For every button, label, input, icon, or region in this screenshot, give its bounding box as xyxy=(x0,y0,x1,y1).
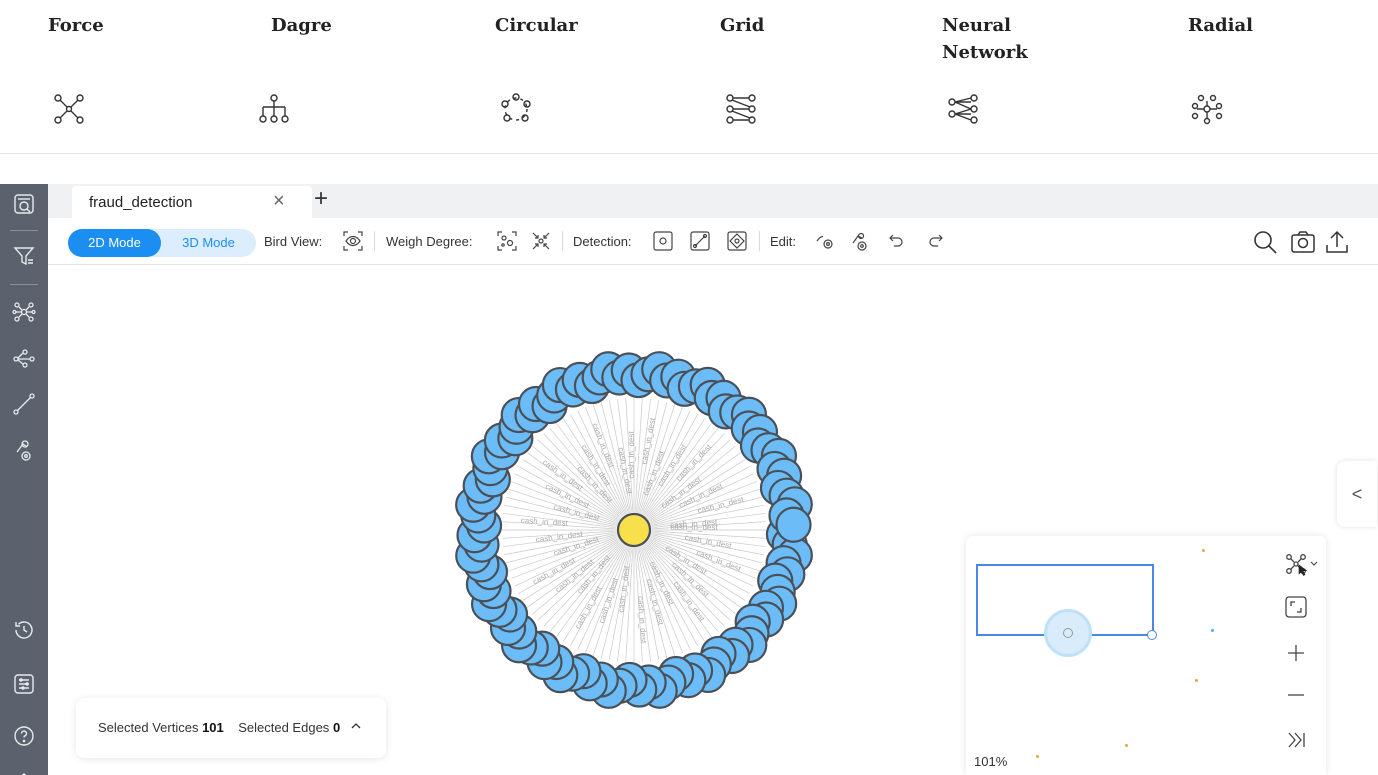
layout-label: Neural Network xyxy=(942,15,1028,63)
selected-edges-label: Selected Edges xyxy=(238,720,330,735)
layout-option-force[interactable]: Force xyxy=(48,12,248,142)
path-icon[interactable] xyxy=(8,388,40,420)
detect-edge-icon[interactable] xyxy=(689,230,711,252)
fit-view-icon[interactable] xyxy=(1282,593,1310,621)
history-icon[interactable] xyxy=(8,614,40,646)
layout-label: Circular xyxy=(495,15,578,36)
tab-bar: fraud_detection × + xyxy=(48,184,1378,218)
detect-subgraph-icon[interactable] xyxy=(726,230,748,252)
screenshot-icon[interactable] xyxy=(1290,229,1316,255)
dagre-layout-icon xyxy=(257,92,291,126)
circular-layout-icon xyxy=(499,92,533,126)
minimap-dot xyxy=(1036,755,1039,758)
graph-canvas[interactable]: cash_in_dest cash_in_dest cash_in_dest cash… xyxy=(48,266,1378,775)
collapse-icon[interactable] xyxy=(1282,726,1310,754)
layout-option-neural-network[interactable]: Neural Network xyxy=(942,12,1142,142)
force-layout-icon xyxy=(52,92,86,126)
zoom-level: 101% xyxy=(974,754,1008,769)
degree-focus-icon[interactable] xyxy=(496,230,518,252)
divider xyxy=(562,231,563,251)
divider xyxy=(759,231,760,251)
minimap[interactable]: 101% xyxy=(966,536,1326,775)
query-icon[interactable] xyxy=(8,188,40,220)
layout-option-dagre[interactable]: Dagre xyxy=(259,12,471,142)
detection-label: Detection: xyxy=(573,234,632,249)
graph-vertex[interactable] xyxy=(775,506,812,543)
minimap-dot xyxy=(1125,744,1128,747)
selection-summary: Selected Vertices 101 Selected Edges 0 xyxy=(76,698,386,758)
degree-collapse-icon[interactable] xyxy=(530,230,552,252)
layout-label: Radial xyxy=(1188,15,1253,36)
minimap-dot xyxy=(1211,629,1214,632)
graph-visualization[interactable]: cash_in_destcash_in_destcash_in_destcash… xyxy=(448,346,828,716)
layout-option-radial[interactable]: Radial xyxy=(1188,12,1378,142)
selected-vertices-label: Selected Vertices xyxy=(98,720,199,735)
center-vertex[interactable] xyxy=(616,512,652,548)
mode-switch: 2D Mode 3D Mode xyxy=(68,229,256,257)
redo-icon[interactable] xyxy=(924,230,946,252)
selected-vertices-count: 101 xyxy=(202,720,224,735)
graph-algorithm-icon[interactable] xyxy=(8,296,40,328)
weigh-degree-label: Weigh Degree: xyxy=(386,234,473,249)
neighbors-icon[interactable] xyxy=(8,342,40,374)
hide-node-icon[interactable] xyxy=(814,230,836,252)
edge-label: cash_in_dest xyxy=(627,431,636,479)
tab-title: fraud_detection xyxy=(89,194,193,211)
mode-3d-button[interactable]: 3D Mode xyxy=(161,229,256,257)
minimap-dot xyxy=(1202,549,1205,552)
filter-icon[interactable] xyxy=(8,240,40,272)
edit-label: Edit: xyxy=(770,234,797,249)
layout-option-grid[interactable]: Grid xyxy=(720,12,920,142)
zoom-out-icon[interactable] xyxy=(1282,681,1310,709)
chevron-up-icon[interactable] xyxy=(350,720,362,735)
export-icon[interactable] xyxy=(1324,229,1350,255)
help-icon[interactable] xyxy=(8,720,40,752)
bird-view-icon[interactable] xyxy=(342,230,364,252)
grid-layout-icon xyxy=(724,92,758,126)
undo-icon[interactable] xyxy=(886,230,908,252)
settings-list-icon[interactable] xyxy=(8,668,40,700)
tab-close-icon[interactable]: × xyxy=(273,190,285,212)
layout-label: Dagre xyxy=(271,15,332,36)
hidden-nodes-icon[interactable] xyxy=(8,434,40,466)
minimap-viewport[interactable] xyxy=(976,564,1154,657)
selected-edges-count: 0 xyxy=(332,720,341,735)
detect-node-icon[interactable] xyxy=(652,230,674,252)
left-sidebar xyxy=(0,184,48,775)
selection-text: Selected Vertices 101 Selected Edges 0 xyxy=(98,720,362,735)
layout-picker: Force Dagre Circular Grid Neural Network… xyxy=(0,0,1378,154)
divider xyxy=(10,230,38,231)
bird-view-label: Bird View: xyxy=(264,234,323,249)
zoom-in-icon[interactable] xyxy=(1282,639,1310,667)
search-icon[interactable] xyxy=(1252,229,1278,255)
minimap-resize-handle[interactable] xyxy=(1147,630,1157,640)
radial-layout-icon xyxy=(1190,92,1224,126)
expand-icon[interactable] xyxy=(8,760,40,775)
layout-label: Force xyxy=(48,15,104,36)
layout-option-circular[interactable]: Circular xyxy=(495,12,695,142)
layout-label: Grid xyxy=(720,15,765,36)
minimap-dot xyxy=(1195,679,1198,682)
minimap-graph-node xyxy=(1044,609,1092,657)
divider xyxy=(374,231,375,251)
tab-fraud-detection[interactable]: fraud_detection × xyxy=(72,186,312,218)
right-panel-toggle[interactable]: < xyxy=(1337,461,1377,527)
neural-network-layout-icon xyxy=(946,92,980,126)
add-tab-button[interactable]: + xyxy=(314,184,328,214)
mode-2d-button[interactable]: 2D Mode xyxy=(68,229,161,257)
layout-switch-icon[interactable] xyxy=(1282,550,1320,578)
divider xyxy=(10,284,38,285)
graph-toolbar: 2D Mode 3D Mode Bird View: Weigh Degree:… xyxy=(48,218,1378,265)
show-hidden-icon[interactable] xyxy=(849,230,871,252)
